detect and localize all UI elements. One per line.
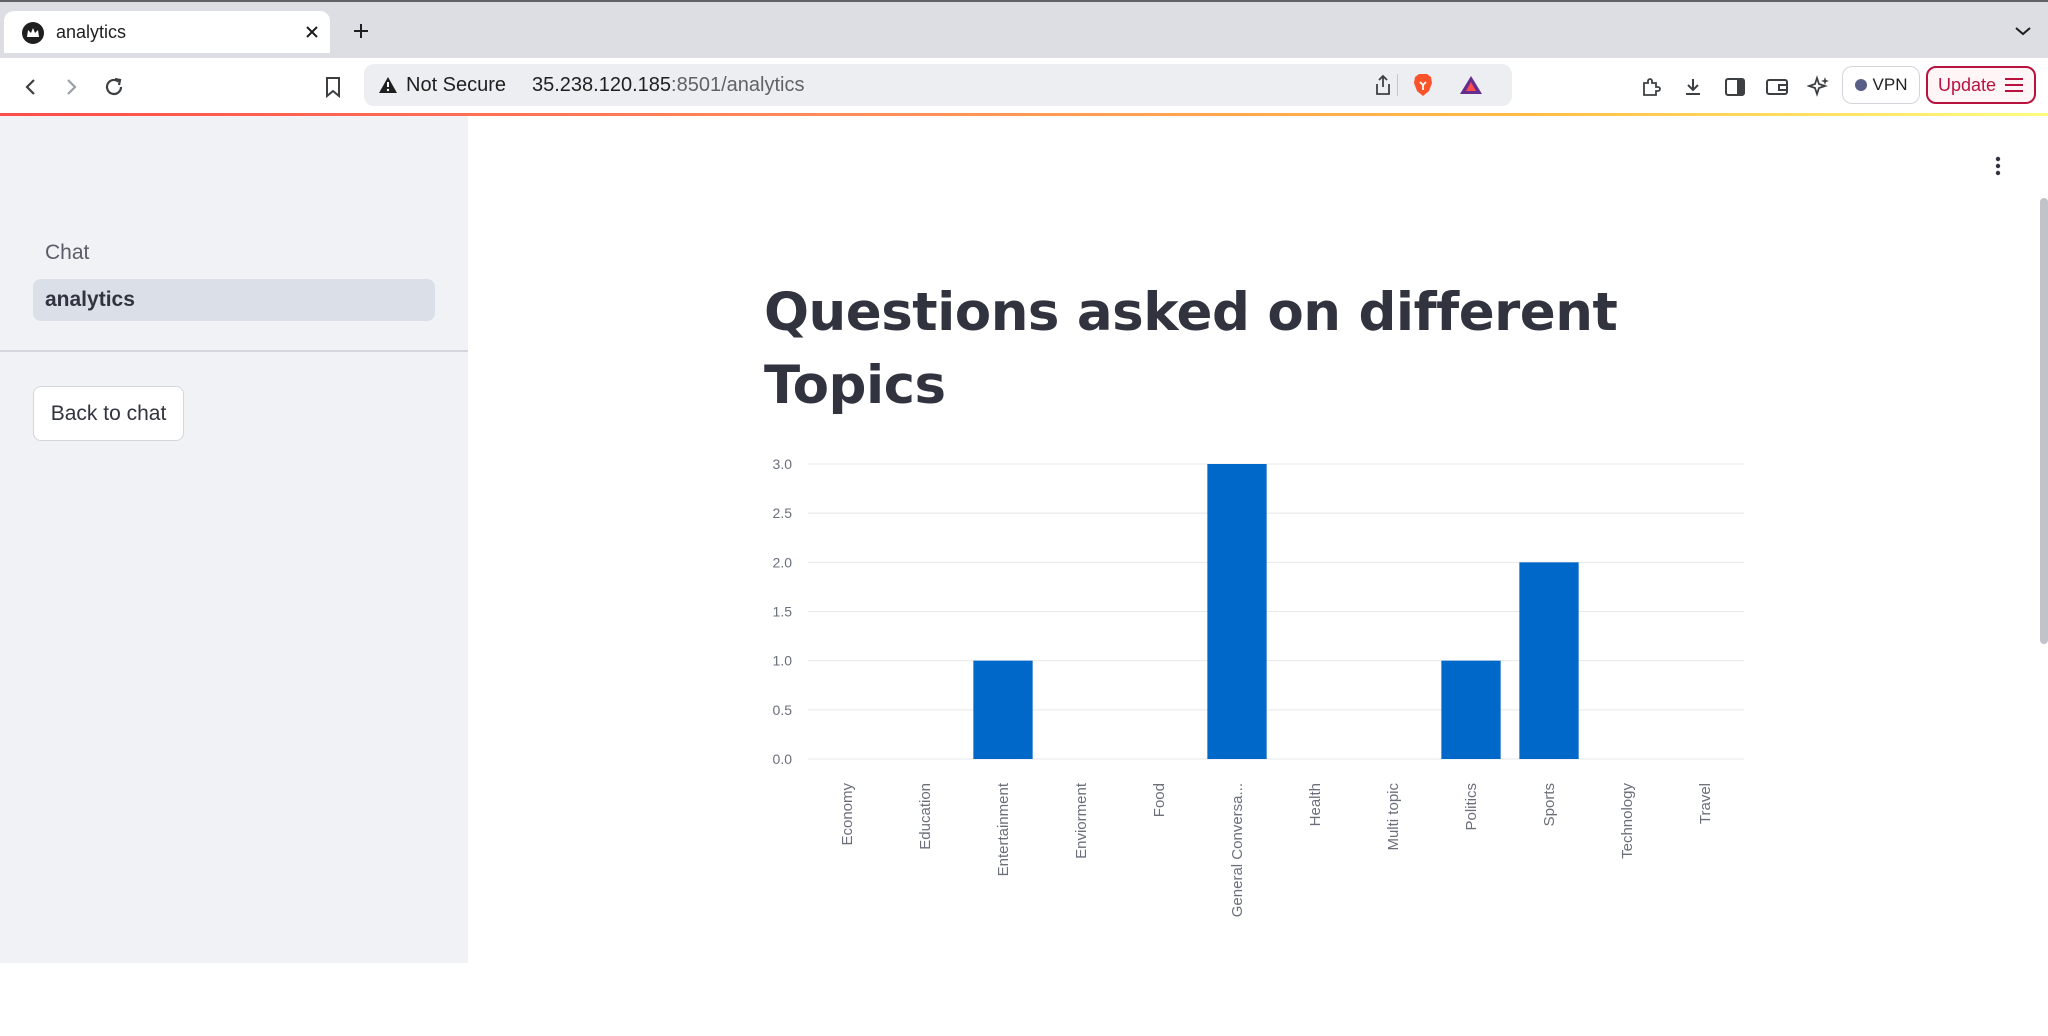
y-tick-label: 1.0 (773, 653, 793, 669)
bookmark-icon[interactable] (318, 72, 348, 102)
main-content: Questions asked on different Topics 0.0 0… (468, 116, 2048, 963)
brave-shields-lion-icon[interactable] (1410, 72, 1436, 98)
bar[interactable] (1519, 562, 1579, 759)
address-bar[interactable]: Not Secure 35.238.120.185:8501/analytics (364, 64, 1512, 106)
url-host: 35.238.120.185 (532, 73, 672, 96)
tab-close-icon[interactable] (300, 20, 324, 44)
extensions-puzzle-icon[interactable] (1636, 72, 1666, 102)
x-tick-label: Education (917, 783, 934, 850)
bar-chart: 0.0 0.5 1.0 1.5 2.0 2.5 3.0 Economy Education En… (773, 456, 1744, 917)
tab-title: analytics (56, 22, 127, 42)
share-icon[interactable] (1370, 72, 1396, 98)
back-arrow-icon[interactable] (16, 72, 46, 102)
sidebar-item-chat[interactable]: Chat (33, 232, 435, 274)
sidebar-item-label: analytics (45, 288, 135, 311)
page-title: Questions asked on different Topics (764, 282, 1618, 416)
y-tick-label: 2.5 (773, 505, 793, 521)
update-button[interactable]: Update (1926, 66, 2036, 104)
x-tick-label: Politics (1463, 783, 1480, 831)
x-tick-label: Enviorment (1073, 782, 1090, 859)
update-label: Update (1937, 74, 1997, 95)
y-tick-label: 2.0 (773, 554, 793, 570)
x-tick-label: Economy (839, 783, 856, 846)
x-tick-label: Technology (1619, 783, 1636, 859)
security-indicator[interactable]: Not Secure (378, 64, 506, 106)
not-secure-label: Not Secure (406, 73, 507, 96)
scrollbar[interactable] (2040, 198, 2048, 644)
bar[interactable] (1207, 464, 1267, 759)
back-to-chat-label: Back to chat (50, 401, 167, 425)
reload-icon[interactable] (99, 72, 129, 102)
url-text[interactable]: 35.238.120.185:8501/analytics (532, 64, 804, 106)
sidebar-item-label: Chat (45, 241, 90, 264)
wallet-icon[interactable] (1762, 72, 1792, 102)
sidebar: Chat analytics Back to chat (0, 116, 468, 963)
main-menu-kebab-icon[interactable] (1984, 152, 2012, 180)
x-tick-label: Travel (1697, 783, 1714, 824)
new-tab-plus-icon[interactable] (348, 18, 374, 44)
vpn-status-icon (1854, 79, 1867, 91)
browser-tab[interactable]: analytics (4, 11, 330, 53)
vpn-label: VPN (1872, 75, 1908, 94)
warning-triangle-icon (379, 77, 397, 93)
y-tick-label: 0.5 (773, 702, 793, 718)
x-tick-label: Sports (1541, 783, 1558, 826)
x-tick-label: Food (1151, 783, 1168, 817)
forward-arrow-icon[interactable] (56, 72, 86, 102)
y-tick-label: 0.0 (773, 751, 793, 767)
y-tick-label: 3.0 (773, 456, 793, 472)
sidebar-item-analytics[interactable]: analytics (33, 279, 435, 321)
hamburger-menu-icon (2005, 78, 2024, 92)
bar[interactable] (973, 660, 1033, 759)
x-tick-label: Multi topic (1385, 783, 1402, 851)
x-tick-label: Health (1307, 783, 1324, 826)
sidebar-divider (0, 350, 468, 352)
sidebar-toggle-icon[interactable] (1720, 72, 1750, 102)
leo-ai-sparkle-icon[interactable] (1804, 72, 1834, 102)
address-bar-divider (1397, 74, 1398, 96)
download-icon[interactable] (1678, 72, 1708, 102)
streamlit-favicon-icon (22, 22, 44, 44)
bar[interactable] (1441, 660, 1501, 759)
url-path: :8501/analytics (671, 73, 805, 96)
brave-rewards-triangle-icon[interactable] (1458, 72, 1484, 98)
tab-search-chevron-down-icon[interactable] (2010, 18, 2036, 44)
y-tick-label: 1.5 (773, 604, 793, 620)
x-tick-label: Entertainment (995, 782, 1012, 876)
x-tick-label: General Conversa... (1229, 783, 1246, 917)
vpn-button[interactable]: VPN (1842, 66, 1920, 104)
back-to-chat-button[interactable]: Back to chat (33, 386, 184, 441)
browser-tab-bar: analytics (0, 0, 2048, 58)
